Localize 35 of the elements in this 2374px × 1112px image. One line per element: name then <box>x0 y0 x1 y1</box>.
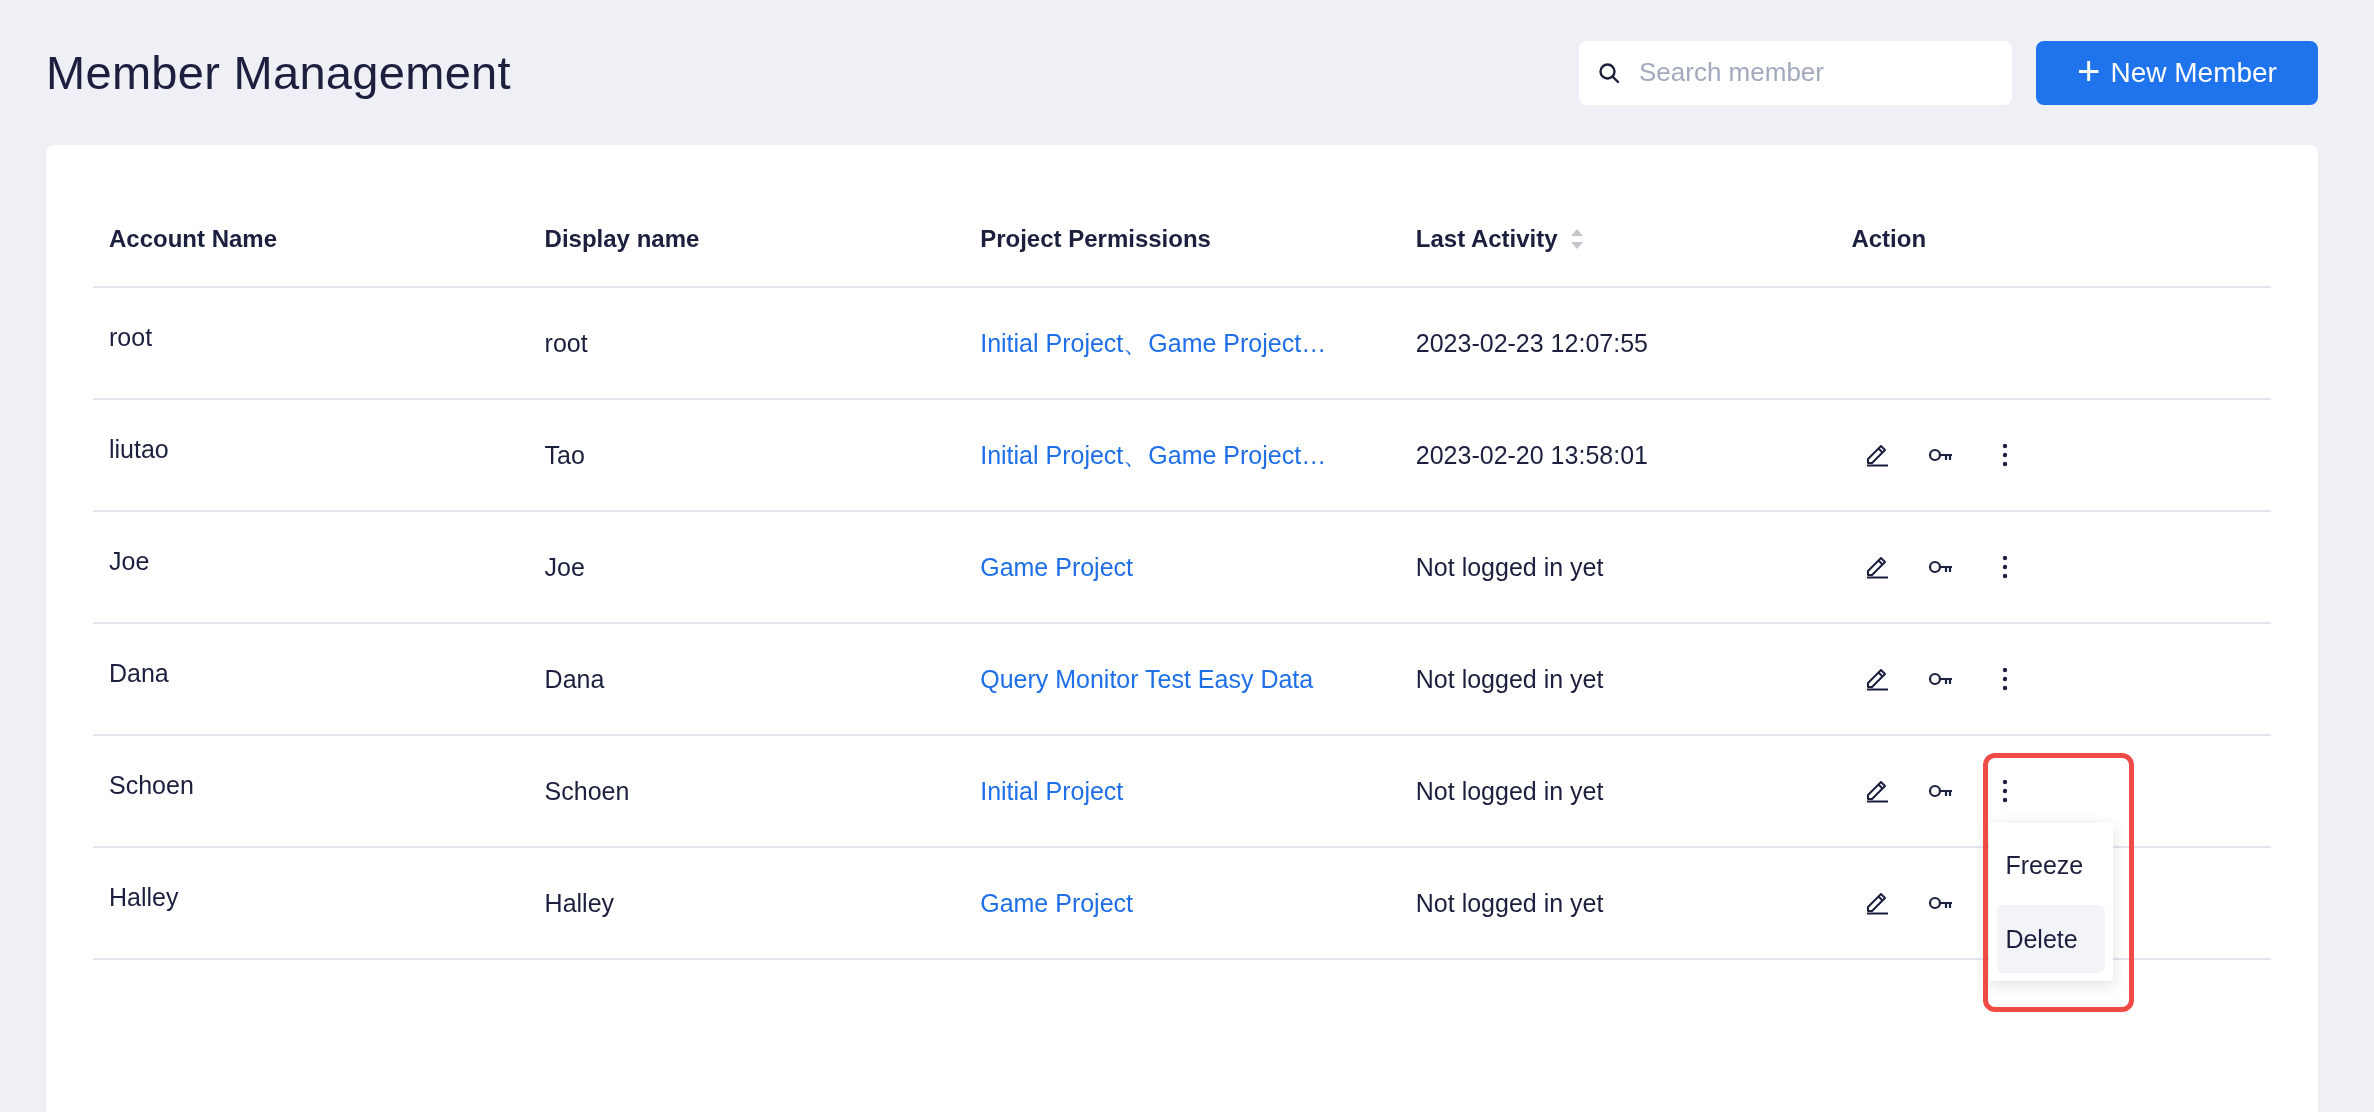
column-header: Project Permissions <box>980 225 1211 253</box>
table-cell: root <box>544 328 588 358</box>
table-cell: 2023-02-23 12:07:55 <box>1415 328 1648 358</box>
table-cell: Joe <box>544 552 585 582</box>
table-cell: Not logged in yet <box>1415 664 1604 694</box>
table-cell: Schoen <box>544 776 630 806</box>
table-cell: Not logged in yet <box>1415 776 1604 806</box>
project-link[interactable]: Query Monitor Test Easy Data <box>980 664 1314 694</box>
column-header: Action <box>1851 225 1927 253</box>
project-link[interactable]: Initial Project、Game Project… <box>980 326 1327 360</box>
column-header: Display name <box>544 225 700 253</box>
table-cell: root <box>109 322 153 352</box>
column-header: Account Name <box>109 225 278 253</box>
table-cell: Not logged in yet <box>1415 552 1604 582</box>
search-icon <box>1597 60 1621 85</box>
project-link[interactable]: Game Project <box>980 888 1134 918</box>
table-cell: Halley <box>544 888 615 918</box>
column-header[interactable]: Last Activity <box>1415 225 1584 253</box>
table-cell: liutao <box>109 434 169 464</box>
menu-item[interactable]: Freeze <box>1997 831 2106 899</box>
project-link[interactable]: Initial Project <box>980 776 1124 806</box>
table-cell: Dana <box>544 664 605 694</box>
table-cell: Tao <box>544 440 585 470</box>
page-title: Member Management <box>46 45 511 100</box>
table-cell: Schoen <box>109 770 194 800</box>
table-cell: Halley <box>109 882 179 912</box>
search-field[interactable]: Search member <box>1579 40 2012 105</box>
project-link[interactable]: Initial Project、Game Project… <box>980 438 1327 472</box>
table-cell: Dana <box>109 658 169 688</box>
table-cell: Not logged in yet <box>1415 888 1604 918</box>
table-cell: Joe <box>109 546 150 576</box>
project-link[interactable]: Game Project <box>980 552 1134 582</box>
new-member-button[interactable]: + New Member <box>2036 40 2318 105</box>
menu-item[interactable]: Delete <box>1997 905 2106 973</box>
table-cell: 2023-02-20 13:58:01 <box>1415 440 1648 470</box>
